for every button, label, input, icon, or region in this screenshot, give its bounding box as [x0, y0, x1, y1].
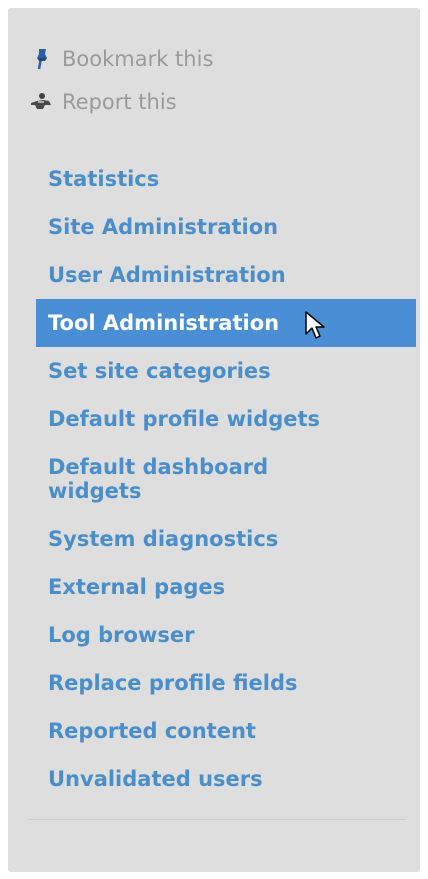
admin-menu: Statistics Site Administration User Admi… — [36, 155, 416, 803]
menu-item-set-site-categories[interactable]: Set site categories — [36, 347, 416, 395]
menu-item-unvalidated-users[interactable]: Unvalidated users — [36, 755, 416, 803]
menu-item-site-administration[interactable]: Site Administration — [36, 203, 416, 251]
pushpin-icon — [28, 46, 54, 72]
menu-item-user-administration[interactable]: User Administration — [36, 251, 416, 299]
menu-item-external-pages[interactable]: External pages — [36, 563, 416, 611]
menu-item-default-profile-widgets[interactable]: Default profile widgets — [36, 395, 416, 443]
bookmark-link[interactable]: Bookmark this — [28, 45, 213, 73]
divider — [28, 819, 406, 820]
bookmark-label: Bookmark this — [62, 47, 214, 71]
report-icon — [28, 89, 54, 115]
menu-item-log-browser[interactable]: Log browser — [36, 611, 416, 659]
menu-item-tool-administration[interactable]: Tool Administration — [36, 299, 416, 347]
report-label: Report this — [62, 90, 177, 114]
sidebar-panel: Bookmark this Report this Statistics Sit… — [8, 8, 420, 872]
report-link[interactable]: Report this — [28, 88, 177, 116]
menu-item-system-diagnostics[interactable]: System diagnostics — [36, 515, 416, 563]
menu-item-reported-content[interactable]: Reported content — [36, 707, 416, 755]
menu-item-statistics[interactable]: Statistics — [36, 155, 416, 203]
menu-item-replace-profile-fields[interactable]: Replace profile fields — [36, 659, 416, 707]
menu-item-default-dashboard-widgets[interactable]: Default dashboard widgets — [36, 443, 336, 515]
